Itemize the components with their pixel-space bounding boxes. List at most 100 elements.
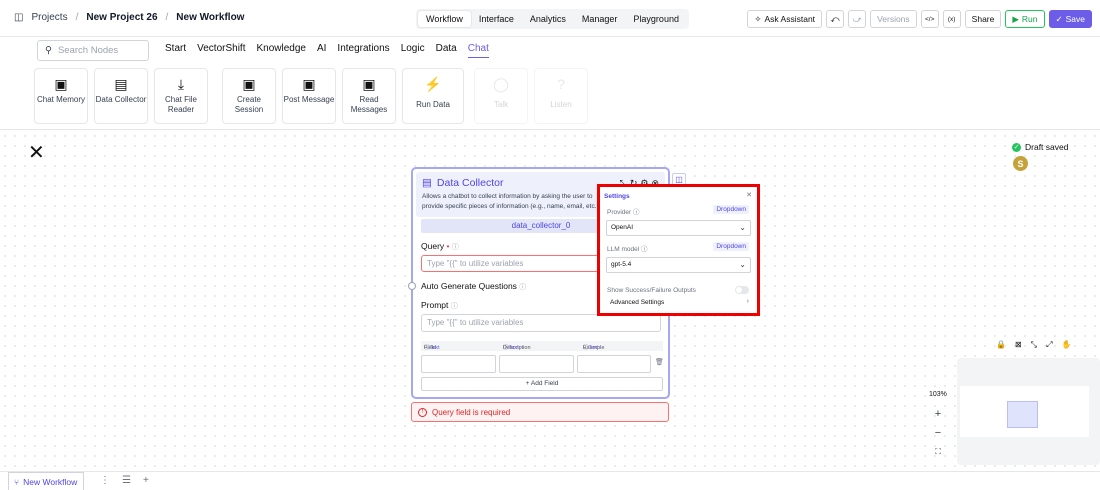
chat-icon: ▣ <box>54 76 68 92</box>
top-actions: ✧ Ask Assistant ⤺ ⤻ Versions </> (x) Sha… <box>747 10 1092 28</box>
chat-icon: ▣ <box>242 76 256 92</box>
fields-table-header: Field ⓘ Text Description ⓘ Text Example … <box>421 341 663 351</box>
ask-assistant-button[interactable]: ✧ Ask Assistant <box>747 10 823 28</box>
type-tag: Text <box>588 345 599 351</box>
show-outputs-label: Show Success/Failure Outputs <box>607 287 696 294</box>
sidebar-toggle-icon[interactable]: ◫ <box>14 12 23 23</box>
save-button[interactable]: ✓ Save <box>1048 10 1092 28</box>
fullscreen-icon[interactable]: ⛶ <box>929 444 947 460</box>
variables-button[interactable]: (x) <box>942 10 961 28</box>
tile-label: Chat Memory <box>36 95 85 104</box>
tile-chat-memory[interactable]: ▣ Chat Memory <box>34 68 88 124</box>
tab-playground[interactable]: Playground <box>625 11 687 27</box>
undo-button[interactable]: ⤺ <box>826 10 845 28</box>
model-select[interactable]: gpt-5.4 ⌄ <box>606 257 751 273</box>
canvas-controls: 🔒 ⊠ ⤡ ⤢ ✋ <box>996 340 1071 350</box>
chevron-right-icon[interactable]: › <box>747 298 749 305</box>
redo-icon: ⤻ <box>852 13 862 24</box>
lock-icon[interactable]: 🔒 <box>996 340 1006 350</box>
search-input[interactable]: ⚲ Search Nodes <box>37 40 149 61</box>
check-icon: ✓ <box>1012 142 1021 152</box>
category-chat[interactable]: Chat <box>467 43 489 58</box>
collapse-icon[interactable]: ⤡ <box>1031 340 1037 350</box>
provider-label-text: Provider <box>607 209 632 216</box>
category-start[interactable]: Start <box>165 43 186 58</box>
tile-run-data[interactable]: ⚡ Run Data <box>402 68 464 124</box>
zoom-level: 103% <box>929 391 947 398</box>
add-icon[interactable]: + <box>143 475 149 486</box>
workflow-tab[interactable]: ⑂ New Workflow <box>8 472 85 490</box>
add-field-button[interactable]: + Add Field <box>421 377 663 391</box>
trash-icon[interactable]: 🗑 <box>655 358 664 366</box>
run-label: Run <box>1021 14 1038 24</box>
tab-manager[interactable]: Manager <box>574 11 626 27</box>
code-button[interactable]: </> <box>920 10 939 28</box>
advanced-settings-row[interactable]: Advanced Settings <box>610 299 664 306</box>
model-mode-toggle[interactable]: Dropdown <box>713 242 749 251</box>
tile-read-messages[interactable]: ▣ Read Messages <box>342 68 396 124</box>
close-icon[interactable]: ✕ <box>28 140 45 165</box>
tile-data-collector[interactable]: ▤ Data Collector <box>94 68 148 124</box>
query-label: Query • ⓘ <box>421 241 459 252</box>
list-icon[interactable]: ☰ <box>122 475 131 486</box>
provider-select[interactable]: OpenAI ⌄ <box>606 220 751 236</box>
auto-generate-text: Auto Generate Questions <box>421 281 517 291</box>
zoom-in-button[interactable]: + <box>929 406 947 422</box>
tile-chat-file-reader[interactable]: ⤓ Chat File Reader <box>154 68 208 124</box>
tile-create-session[interactable]: ▣ Create Session <box>222 68 276 124</box>
tab-analytics[interactable]: Analytics <box>522 11 574 27</box>
run-button[interactable]: ▶ Run <box>1005 10 1045 28</box>
branch-icon: ⑂ <box>14 476 20 487</box>
search-placeholder: Search Nodes <box>57 45 119 56</box>
expand-icon[interactable]: ⤢ <box>1046 340 1052 350</box>
zoom-out-button[interactable]: − <box>929 425 947 441</box>
show-outputs-toggle[interactable] <box>735 286 749 294</box>
info-icon: ⓘ <box>450 303 458 310</box>
avatar[interactable]: S <box>1013 156 1028 171</box>
breadcrumb-workflow[interactable]: New Workflow <box>176 12 244 23</box>
close-icon[interactable]: ✕ <box>746 191 752 199</box>
model-label-text: LLM model <box>607 246 640 253</box>
header-description: Description ⓘ Text <box>503 345 531 351</box>
field-input[interactable] <box>421 355 496 373</box>
model-value: gpt-5.4 <box>611 261 632 268</box>
category-ai[interactable]: AI <box>317 43 326 58</box>
breadcrumb-project[interactable]: New Project 26 <box>86 12 157 23</box>
category-logic[interactable]: Logic <box>401 43 425 58</box>
top-bar: ◫ Projects / New Project 26 / New Workfl… <box>0 0 1100 37</box>
redo-button[interactable]: ⤻ <box>848 10 867 28</box>
description-input[interactable] <box>499 355 574 373</box>
breadcrumb-projects[interactable]: Projects <box>31 12 67 23</box>
tab-workflow[interactable]: Workflow <box>418 11 471 27</box>
tab-interface[interactable]: Interface <box>471 11 522 27</box>
settings-title: Settings <box>604 193 630 200</box>
hand-icon[interactable]: ✋ <box>1061 340 1071 350</box>
breadcrumb: ◫ Projects / New Project 26 / New Workfl… <box>14 12 244 23</box>
node-tiles: ▣ Chat Memory ▤ Data Collector ⤓ Chat Fi… <box>34 68 588 124</box>
info-icon: ⓘ <box>451 244 459 251</box>
more-icon[interactable]: ⋮ <box>100 475 110 486</box>
tile-label: Read Messages <box>350 95 388 115</box>
prompt-input[interactable]: Type "{{" to utilize variables <box>421 314 661 332</box>
share-button[interactable]: Share <box>964 10 1002 28</box>
type-tag: Text <box>508 345 519 351</box>
query-label-text: Query <box>421 241 445 251</box>
versions-button[interactable]: Versions <box>870 10 917 28</box>
category-knowledge[interactable]: Knowledge <box>256 43 305 58</box>
example-input[interactable] <box>577 355 651 373</box>
tile-label: Listen <box>550 100 572 109</box>
category-data[interactable]: Data <box>436 43 457 58</box>
node-title: ▤ Data Collector <box>422 177 503 189</box>
tile-listen: ? Listen <box>534 68 588 124</box>
node-title-label: Data Collector <box>436 177 504 189</box>
input-handle[interactable] <box>408 282 416 290</box>
chevron-down-icon: ⌄ <box>739 223 746 232</box>
category-vectorshift[interactable]: VectorShift <box>197 43 245 58</box>
search-icon: ⚲ <box>45 45 52 56</box>
provider-mode-toggle[interactable]: Dropdown <box>713 205 749 214</box>
tile-post-message[interactable]: ▣ Post Message <box>282 68 336 124</box>
category-integrations[interactable]: Integrations <box>337 43 389 58</box>
error-text: Query field is required <box>432 407 511 417</box>
fit-view-icon[interactable]: ⊠ <box>1015 340 1022 350</box>
play-icon: ▶ <box>1012 13 1019 24</box>
